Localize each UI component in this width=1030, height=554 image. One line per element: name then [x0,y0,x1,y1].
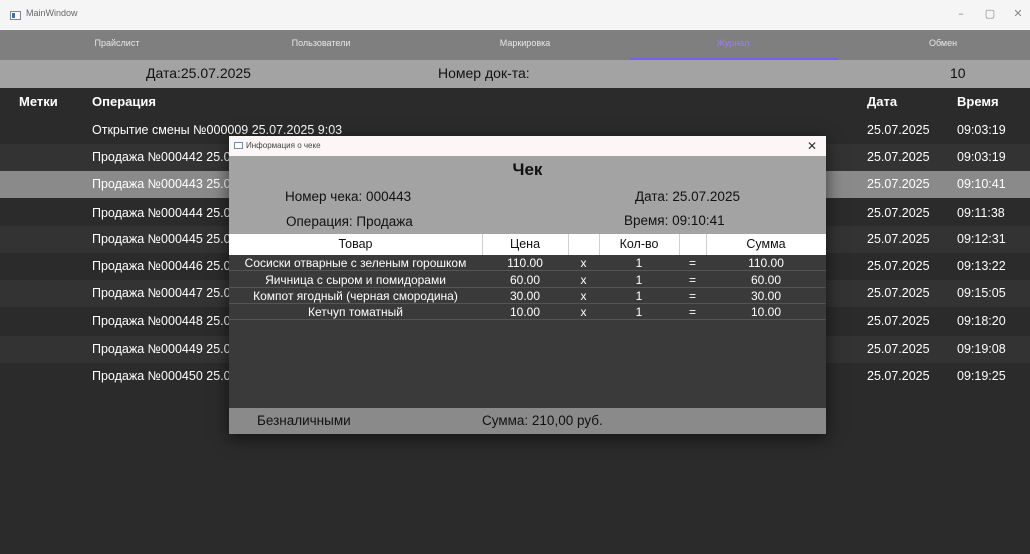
receipt-dialog: Информация о чеке ✕ Чек Номер чека: 0004… [229,136,826,434]
col-item: Товар [338,237,373,251]
receipt-item-row: Яичница с сыром и помидорами 60.00 x 1 =… [229,272,826,288]
receipt-date: Дата: 25.07.2025 [635,189,740,204]
receipt-footer: Безналичными Сумма: 210,00 руб. [229,408,826,434]
app-window-icon [10,11,21,20]
main-nav: Прайслист Пользователи Маркировка Журнал… [0,30,1030,60]
col-time[interactable]: Время [957,94,999,109]
receipt-operation: Операция: Продажа [286,214,413,229]
window-titlebar: MainWindow – ▢ ✕ [0,0,1030,30]
tab-users[interactable]: Пользователи [271,38,371,48]
dialog-title: Информация о чеке [246,141,321,150]
items-table-header: Товар Цена Кол-во Сумма [229,234,826,255]
col-date[interactable]: Дата [867,94,897,109]
tab-exchange[interactable]: Обмен [893,38,993,48]
receipt-item-row: Компот ягодный (черная смородина) 30.00 … [229,288,826,304]
tab-marking[interactable]: Маркировка [475,38,575,48]
payment-method: Безналичными [257,413,351,428]
doc-number-value: 10 [950,65,966,81]
receipt-total: Сумма: 210,00 руб. [482,413,603,428]
col-operation[interactable]: Операция [92,94,156,109]
dialog-window-icon [234,142,243,149]
receipt-number: Номер чека: 000443 [285,189,412,204]
journal-table-header: Метки Операция Дата Время [0,88,1030,115]
col-price: Цена [509,237,541,251]
close-icon[interactable]: ✕ [1008,7,1028,20]
dialog-titlebar: Информация о чеке ✕ [229,136,826,156]
dialog-close-icon[interactable]: ✕ [807,139,817,153]
info-row: Дата:25.07.2025 Номер док-та: 10 [0,60,1030,88]
receipt-header: Чек Номер чека: 000443 Дата: 25.07.2025 … [229,156,826,234]
receipt-time: Время: 09:10:41 [624,213,725,228]
window-title: MainWindow [26,8,78,18]
receipt-heading: Чек [512,160,543,179]
minimize-icon[interactable]: – [951,7,971,20]
maximize-icon[interactable]: ▢ [980,7,1000,20]
col-tags[interactable]: Метки [19,94,58,109]
receipt-item-row: Сосиски отварные с зеленым горошком 110.… [229,255,826,271]
receipt-item-row: Кетчуп томатный 10.00 x 1 = 10.00 [229,304,826,320]
doc-number-label: Номер док-та: [438,65,530,81]
journal-date: Дата:25.07.2025 [146,65,251,81]
tab-journal[interactable]: Журнал [683,38,783,48]
col-sum: Сумма [746,237,786,251]
col-qty: Кол-во [619,237,659,251]
tab-pricelist[interactable]: Прайслист [67,38,167,48]
